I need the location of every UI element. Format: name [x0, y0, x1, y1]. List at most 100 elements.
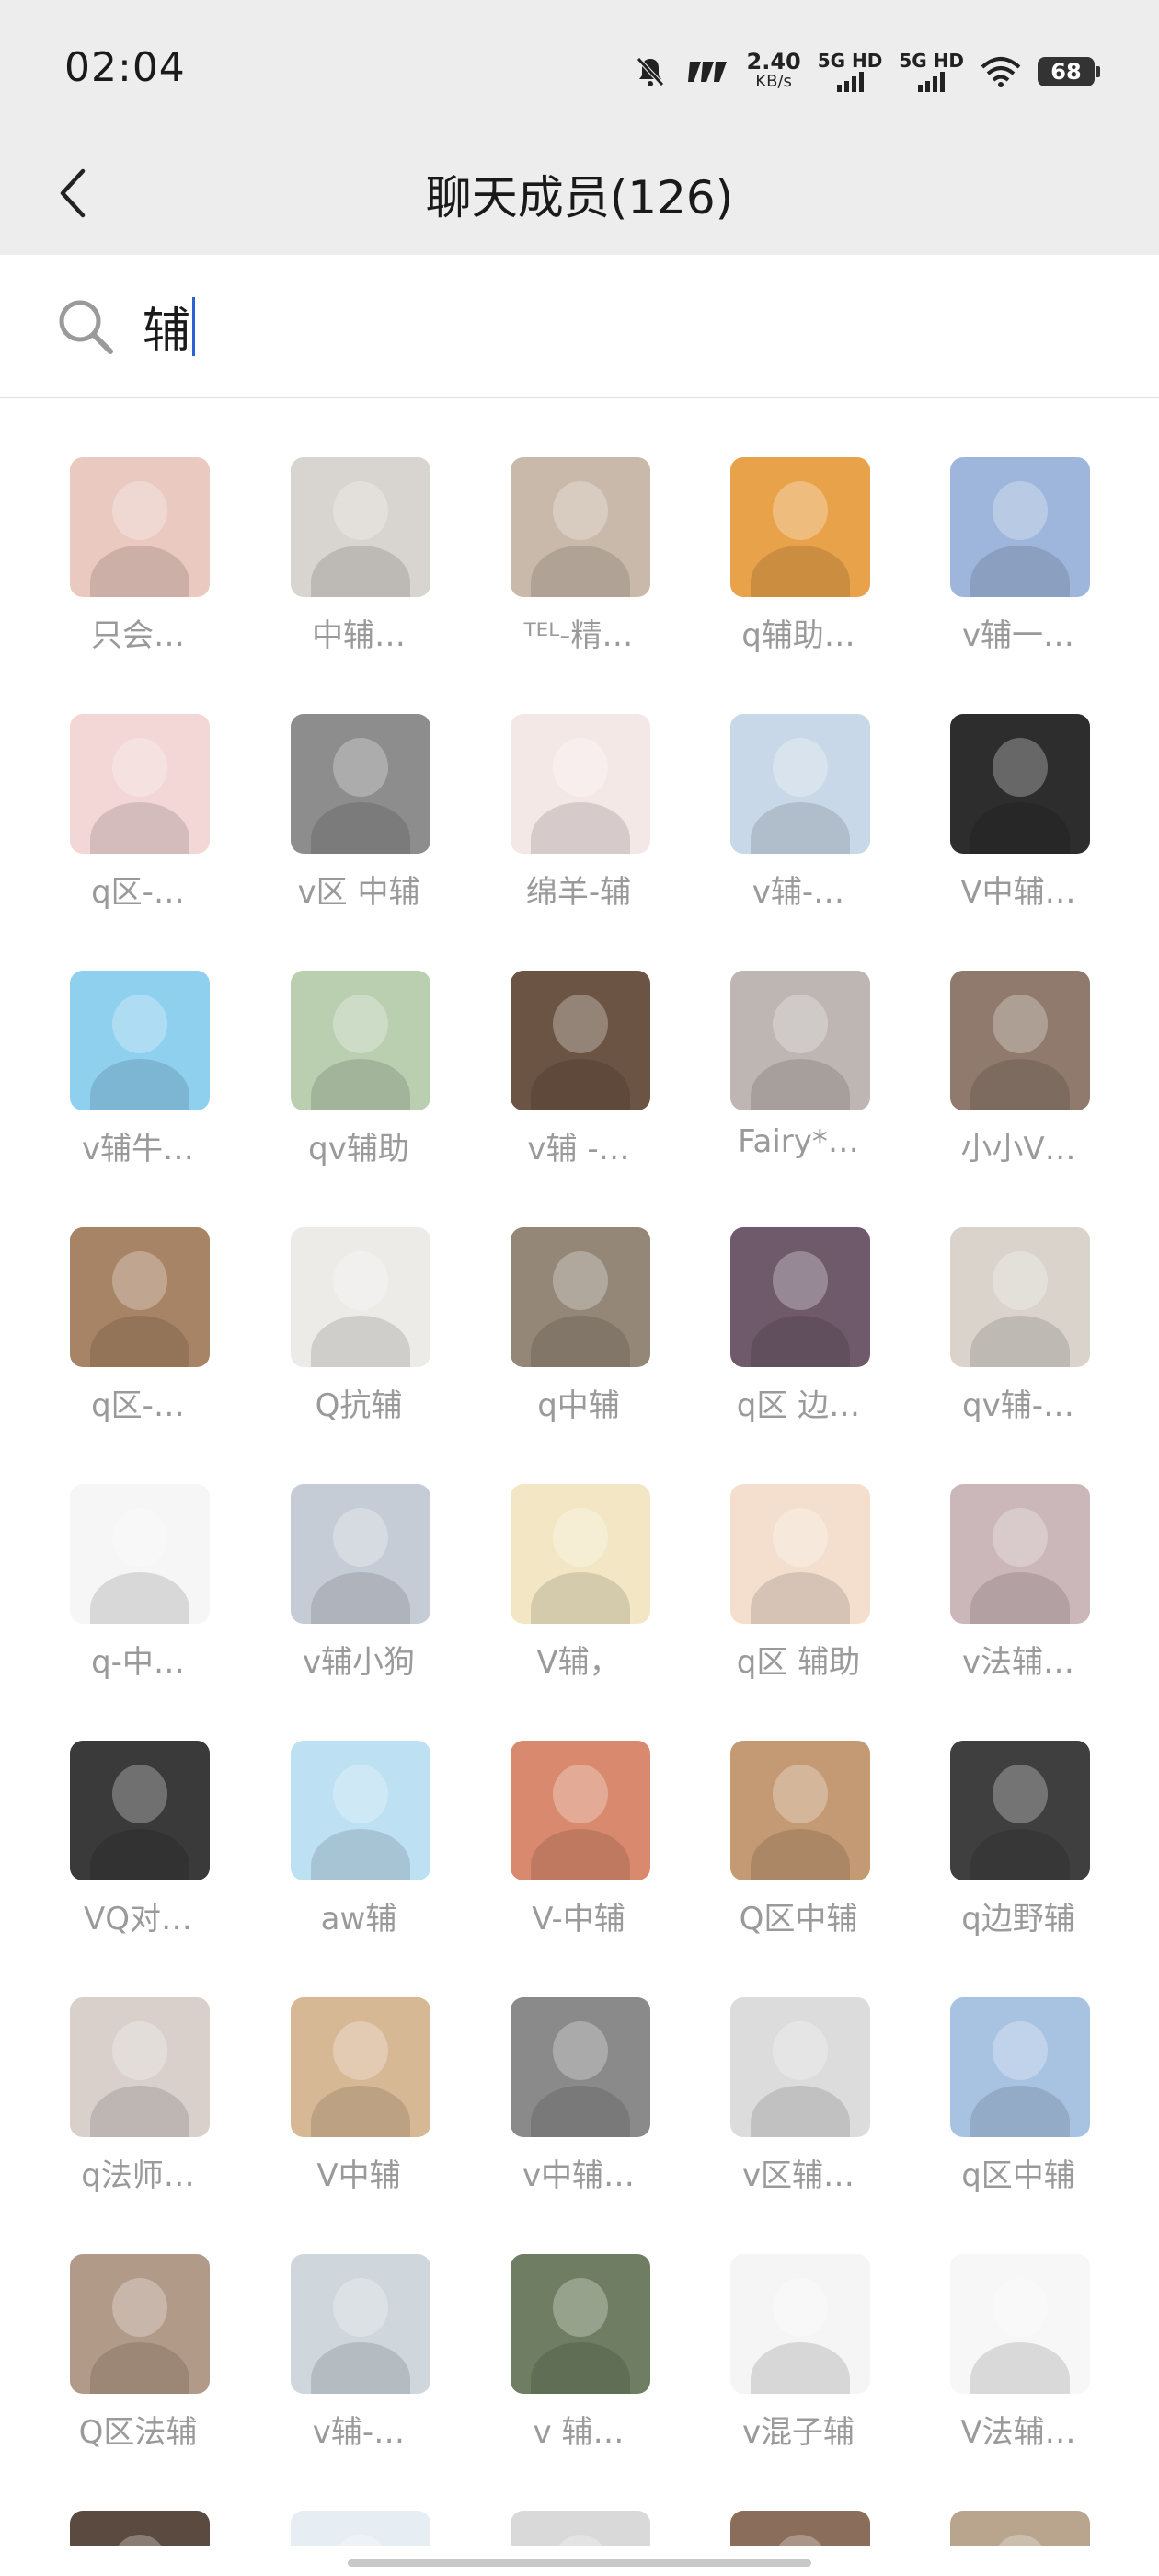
avatar [950, 457, 1090, 597]
member-item[interactable] [248, 2511, 451, 2546]
member-name: q区 边… [736, 1387, 861, 1424]
avatar [511, 2511, 650, 2546]
member-name: q-中… [91, 1644, 185, 1681]
member-item[interactable] [28, 2511, 230, 2546]
member-item[interactable]: v法辅… [908, 1484, 1110, 1681]
page-title: 聊天成员(126) [425, 171, 734, 224]
member-item[interactable]: v辅-… [688, 714, 890, 911]
member-item[interactable]: v 辅… [468, 2254, 671, 2451]
header: 02:04 2.40 KB/s 5G HD 5G HD 68 聊天成员(126) [0, 0, 1159, 255]
member-item[interactable]: ᵀᴱᴸ-精… [468, 457, 671, 654]
avatar [730, 1741, 870, 1880]
member-item[interactable]: v辅-… [248, 2254, 451, 2451]
member-item[interactable]: Fairy*… [688, 971, 890, 1160]
avatar [291, 1997, 430, 2137]
member-item[interactable]: q法师… [28, 1997, 230, 2194]
member-item[interactable]: qv辅-… [908, 1227, 1110, 1424]
member-item[interactable]: VQ对… [28, 1741, 230, 1938]
network-speed: 2.40 KB/s [746, 49, 801, 91]
member-item[interactable]: qv辅助 [248, 971, 451, 1167]
search-bar[interactable]: 辅 [0, 255, 1159, 398]
member-name: v 辅… [533, 2414, 625, 2451]
member-grid: 只会… 中辅… ᵀᴱᴸ-精… q辅助… v辅一… q区-… v区 中辅 绵羊-辅 v辅-… V中辅… [0, 397, 1159, 2546]
member-item[interactable]: Q区法辅 [28, 2254, 230, 2451]
member-name: v辅一… [961, 617, 1075, 654]
member-item[interactable]: v辅一… [908, 457, 1110, 654]
member-item[interactable]: v辅牛… [28, 971, 230, 1167]
member-item[interactable]: 小小V… [908, 971, 1110, 1167]
member-item[interactable]: 只会… [28, 457, 230, 654]
member-name: q区 辅助 [736, 1644, 861, 1681]
member-item[interactable]: Q抗辅 [248, 1227, 451, 1424]
avatar [291, 1741, 430, 1880]
avatar [70, 457, 210, 597]
member-name: v辅 -… [527, 1131, 630, 1167]
member-name: q区中辅 [961, 2157, 1075, 2194]
member-name: v区辅… [741, 2157, 855, 2194]
text-cursor [192, 296, 196, 356]
member-name: q辅助… [741, 617, 855, 654]
member-item[interactable]: q区 辅助 [688, 1484, 890, 1681]
member-item[interactable]: v辅小狗 [248, 1484, 451, 1681]
member-item[interactable]: V中辅 [248, 1997, 451, 2194]
member-name: v辅-… [312, 2414, 406, 2451]
member-item[interactable]: V辅， [468, 1484, 671, 1681]
member-item[interactable]: aw辅 [248, 1741, 451, 1938]
avatar [511, 1227, 650, 1367]
member-item[interactable] [468, 2511, 671, 2546]
member-item[interactable]: q区-… [28, 714, 230, 911]
member-item[interactable]: q辅助… [688, 457, 890, 654]
avatar [511, 971, 650, 1110]
member-item[interactable]: q中辅 [468, 1227, 671, 1424]
member-name: v中辅… [522, 2157, 636, 2194]
member-name: V-中辅 [532, 1901, 625, 1938]
search-input[interactable]: 辅 [143, 292, 196, 361]
avatar [291, 714, 430, 854]
status-icons: 2.40 KB/s 5G HD 5G HD 68 [635, 46, 1100, 98]
signal-2: 5G HD [899, 52, 964, 92]
member-name: VQ对… [83, 1901, 193, 1938]
member-name: Q区中辅 [739, 1901, 858, 1938]
member-name: v混子辅 [741, 2414, 855, 2451]
member-item[interactable]: v中辅… [468, 1997, 671, 2194]
signal-1: 5G HD [818, 52, 882, 92]
nav-bar: 聊天成员(126) [0, 138, 1159, 255]
member-item[interactable]: 绵羊-辅 [468, 714, 671, 911]
member-item[interactable]: V中辅… [908, 714, 1110, 911]
member-item[interactable]: Q区中辅 [688, 1741, 890, 1938]
avatar [950, 2511, 1090, 2546]
member-item[interactable] [908, 2511, 1110, 2546]
member-item[interactable]: 中辅… [248, 457, 451, 654]
member-item[interactable] [688, 2511, 890, 2546]
member-item[interactable]: q-中… [28, 1484, 230, 1681]
member-item[interactable]: v区辅… [688, 1997, 890, 2194]
member-item[interactable]: v辅 -… [468, 971, 671, 1167]
avatar [730, 714, 870, 854]
member-item[interactable]: q区 边… [688, 1227, 890, 1424]
avatar [70, 1741, 210, 1880]
member-name: v区 中辅 [297, 874, 420, 911]
avatar [291, 2511, 430, 2546]
member-item[interactable]: q边野辅 [908, 1741, 1110, 1938]
app-logo-icon [687, 62, 727, 82]
member-item[interactable]: v区 中辅 [248, 714, 451, 911]
member-name: 中辅… [312, 617, 406, 654]
home-indicator[interactable] [348, 2559, 811, 2567]
member-name: q中辅 [537, 1387, 620, 1424]
member-item[interactable]: q区-… [28, 1227, 230, 1424]
avatar [70, 1997, 210, 2137]
member-item[interactable]: q区中辅 [908, 1997, 1110, 2194]
member-name: Q区法辅 [78, 2414, 198, 2451]
member-item[interactable]: V法辅… [908, 2254, 1110, 2451]
avatar [511, 457, 650, 597]
signal-bars-icon [918, 72, 946, 92]
member-name: q区-… [91, 874, 185, 911]
member-item[interactable]: v混子辅 [688, 2254, 890, 2451]
avatar [70, 1484, 210, 1624]
avatar [950, 971, 1090, 1110]
search-icon [59, 300, 113, 354]
avatar [70, 714, 210, 854]
member-name: V辅， [536, 1644, 621, 1681]
avatar [730, 1997, 870, 2137]
member-item[interactable]: V-中辅 [468, 1741, 671, 1938]
